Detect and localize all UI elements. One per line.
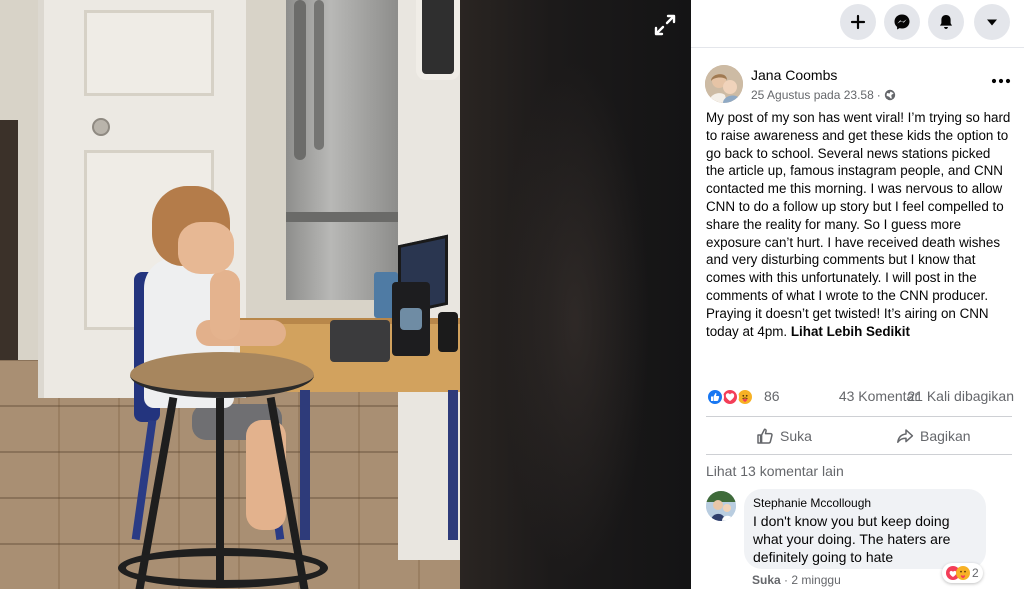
post-date[interactable]: 25 Agustus pada 23.58 <box>751 88 874 102</box>
share-button[interactable]: Bagikan <box>896 419 971 453</box>
meta-separator: · <box>876 88 881 102</box>
account-menu-button[interactable] <box>974 4 1010 40</box>
comment-bubble: Stephanie Mccollough I don't know you bu… <box>744 489 986 569</box>
photo-fridge <box>286 0 398 300</box>
create-button[interactable] <box>840 4 876 40</box>
caret-down-icon <box>987 19 997 26</box>
like-reaction-icon <box>706 388 724 406</box>
author-name[interactable]: Jana Coombs <box>751 67 837 83</box>
photo-phone <box>438 312 458 352</box>
share-label: Bagikan <box>920 428 971 444</box>
photo-doorway-shadow <box>0 120 18 360</box>
see-less-link[interactable]: Lihat Lebih Sedikit <box>791 324 910 339</box>
comment-separator: · <box>784 573 789 587</box>
comment-actions: Suka · 2 minggu <box>752 573 841 587</box>
post-header: Jana Coombs 25 Agustus pada 23.58 · <box>705 65 1015 105</box>
photo-tumbler <box>392 282 430 356</box>
reaction-count[interactable]: 86 <box>764 388 780 404</box>
comment-like-button[interactable]: Suka <box>752 573 781 587</box>
reaction-icons[interactable] <box>706 388 758 406</box>
post-photo <box>0 0 460 589</box>
commenter-name[interactable]: Stephanie Mccollough <box>753 496 976 510</box>
post-meta: 25 Agustus pada 23.58 · <box>751 88 896 102</box>
reactions-summary: 86 43 Komentar 21 Kali dibagikan <box>706 386 1014 408</box>
post-panel: Jana Coombs 25 Agustus pada 23.58 · My p… <box>691 49 1024 589</box>
photo-table-leg <box>448 390 458 540</box>
care-reaction-icon <box>956 566 970 580</box>
globe-icon[interactable] <box>884 89 896 101</box>
expand-arrows-icon <box>654 14 676 36</box>
comment-time[interactable]: 2 minggu <box>791 573 840 587</box>
shares-count-link[interactable]: 21 Kali dibagikan <box>907 388 1014 404</box>
view-more-comments-link[interactable]: Lihat 13 komentar lain <box>706 463 844 479</box>
comment-reactions[interactable]: 2 <box>942 563 983 583</box>
avatar-photo <box>705 65 743 103</box>
commenter-avatar-photo <box>706 491 736 521</box>
photo-box <box>330 320 390 362</box>
like-label: Suka <box>780 428 812 444</box>
thumbs-up-icon <box>757 428 773 444</box>
post-body: My post of my son has went viral! I’m tr… <box>706 109 1012 340</box>
divider <box>706 454 1012 455</box>
post-options-button[interactable] <box>987 71 1015 91</box>
share-icon <box>897 429 914 443</box>
photo-viewer <box>0 0 691 589</box>
photo-table-leg <box>300 390 310 540</box>
bell-icon <box>940 15 952 29</box>
top-bar <box>691 0 1024 48</box>
commenter-avatar[interactable] <box>706 491 736 521</box>
comment: Stephanie Mccollough I don't know you bu… <box>706 489 1012 589</box>
author-avatar[interactable] <box>705 65 743 103</box>
photo-wall-frame <box>416 0 460 80</box>
post-actions: Suka Bagikan <box>706 419 1012 453</box>
comment-reaction-count: 2 <box>972 566 979 580</box>
like-button[interactable]: Suka <box>756 419 812 453</box>
comment-text: I don't know you but keep doing what you… <box>753 513 951 565</box>
expand-button[interactable] <box>650 10 680 40</box>
notifications-button[interactable] <box>928 4 964 40</box>
post-text: My post of my son has went viral! I’m tr… <box>706 110 1011 339</box>
messenger-button[interactable] <box>884 4 920 40</box>
messenger-icon <box>894 14 910 30</box>
photo-blur-background <box>460 0 691 589</box>
more-dots-icon <box>991 78 1011 84</box>
plus-icon <box>850 14 866 30</box>
photo-stool <box>130 352 314 398</box>
divider <box>706 416 1012 417</box>
